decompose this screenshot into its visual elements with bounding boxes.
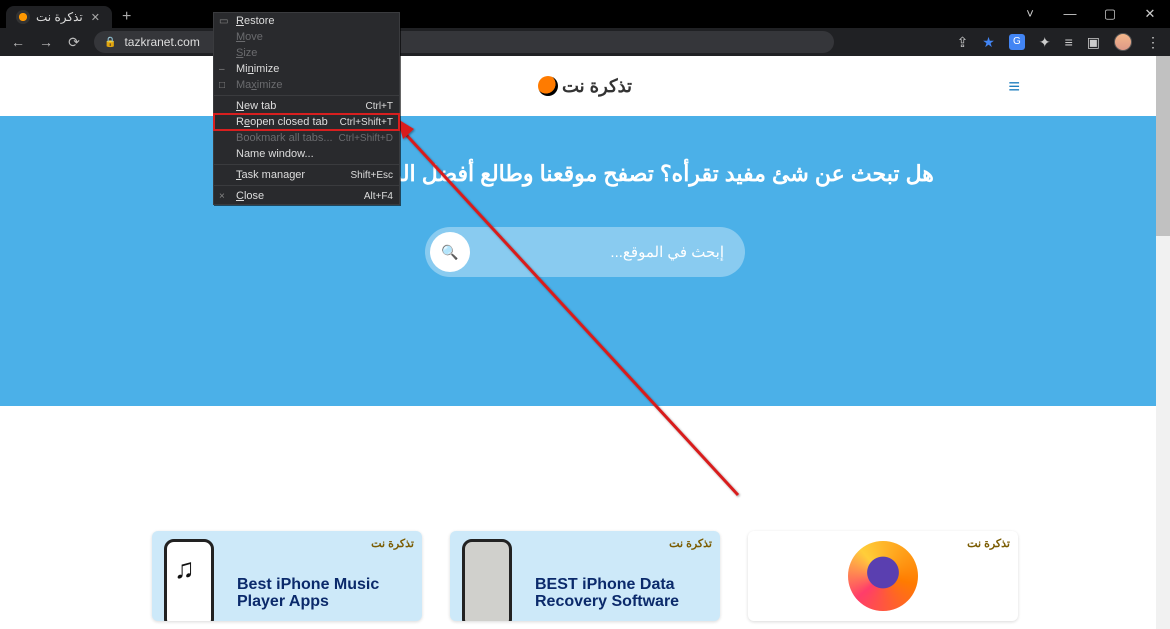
window-maximize-icon[interactable]: ▢ — [1090, 0, 1130, 28]
window-dropdown-icon[interactable]: ˅ — [1010, 0, 1050, 28]
menu-item-size: Size — [214, 45, 399, 61]
menu-item-close[interactable]: × Close Alt+F4 — [214, 188, 399, 204]
menu-shortcut: Ctrl+Shift+T — [340, 117, 393, 128]
menu-item-move: Move — [214, 29, 399, 45]
browser-tab[interactable]: ✕ تذكرة نت — [6, 6, 112, 28]
menu-shortcut: Ctrl+T — [366, 101, 394, 112]
menu-item-label: Move — [236, 31, 263, 43]
search-placeholder: إبحث في الموقع... — [470, 243, 740, 261]
menu-shortcut: Ctrl+Shift+D — [339, 133, 393, 144]
menu-item-label: New tab — [236, 100, 276, 112]
menu-separator — [214, 185, 399, 186]
article-card[interactable]: تذكرة نت — [748, 531, 1018, 621]
menu-item-task-manager[interactable]: Task manager Shift+Esc — [214, 167, 399, 183]
menu-item-new-tab[interactable]: New tab Ctrl+T — [214, 98, 399, 114]
translate-icon[interactable]: G — [1009, 34, 1025, 50]
card-title: Best iPhone Music Player Apps — [237, 576, 412, 611]
menu-item-label: Task manager — [236, 169, 305, 181]
menu-glyph-icon: × — [219, 191, 225, 202]
browser-toolbar: ← → ⟳ 🔒 tazkranet.com ⇪ ★ G ✦ ≡ ▣ ⋮ — [0, 28, 1170, 56]
address-bar[interactable]: 🔒 tazkranet.com — [94, 31, 834, 53]
menu-item-label: Reopen closed tab — [236, 116, 328, 128]
search-button[interactable]: 🔍 — [430, 232, 470, 272]
menu-item-label: Restore — [236, 15, 275, 27]
menu-item-label: Minimize — [236, 63, 279, 75]
profile-avatar[interactable] — [1114, 33, 1132, 51]
lock-icon: 🔒 — [104, 37, 116, 48]
bookmark-star-icon[interactable]: ★ — [982, 34, 995, 51]
menu-item-label: Name window... — [236, 148, 314, 160]
logo-mark-icon — [538, 76, 558, 96]
vertical-scrollbar[interactable] — [1156, 56, 1170, 629]
card-badge: تذكرة نت — [371, 537, 414, 550]
tab-favicon-icon — [16, 10, 30, 24]
extensions-icon[interactable]: ✦ — [1039, 34, 1051, 51]
menu-item-label: Bookmark all tabs... — [236, 132, 333, 144]
scrollbar-thumb[interactable] — [1156, 56, 1170, 236]
search-icon: 🔍 — [441, 244, 458, 261]
back-icon[interactable]: ← — [10, 34, 26, 50]
menu-item-label: Close — [236, 190, 264, 202]
firefox-icon — [848, 541, 918, 611]
menu-glyph-icon: – — [219, 64, 225, 75]
kebab-menu-icon[interactable]: ⋮ — [1146, 34, 1160, 51]
page-content: تذكرة نت ≡ هل تبحث عن شئ مفيد تقرأه؟ تصف… — [0, 56, 1170, 629]
hero-headline: هل تبحث عن شئ مفيد تقرأه؟ تصفح موقعنا وط… — [0, 161, 1170, 187]
menu-glyph-icon: ▭ — [219, 16, 228, 27]
menu-separator — [214, 95, 399, 96]
menu-item-label: Maximize — [236, 79, 282, 91]
card-badge: تذكرة نت — [669, 537, 712, 550]
site-header: تذكرة نت ≡ — [0, 56, 1170, 116]
article-card[interactable]: تذكرة نت BEST iPhone Data Recovery Softw… — [450, 531, 720, 621]
menu-item-maximize: □ Maximize — [214, 77, 399, 93]
titlebar: ✕ تذكرة نت + ˅ — ▢ ✕ — [0, 0, 1170, 28]
menu-item-restore[interactable]: ▭ Restore — [214, 13, 399, 29]
reading-list-icon[interactable]: ≡ — [1065, 34, 1073, 50]
cards-row: ♫ تذكرة نت Best iPhone Music Player Apps… — [0, 531, 1170, 621]
menu-item-minimize[interactable]: –Minimize — [214, 61, 399, 77]
tab-close-icon[interactable]: ✕ — [89, 11, 102, 24]
menu-item-label: Size — [236, 47, 257, 59]
menu-separator — [214, 164, 399, 165]
menu-glyph-icon: □ — [219, 80, 225, 91]
url-text: tazkranet.com — [124, 35, 199, 49]
hamburger-icon[interactable]: ≡ — [1008, 76, 1020, 99]
reload-icon[interactable]: ⟳ — [66, 34, 82, 51]
site-logo[interactable]: تذكرة نت — [538, 76, 632, 97]
window-close-icon[interactable]: ✕ — [1130, 0, 1170, 28]
phone-illustration-icon — [462, 539, 512, 621]
menu-shortcut: Shift+Esc — [350, 170, 393, 181]
logo-text: تذكرة نت — [562, 76, 632, 97]
menu-item-reopen-closed-tab[interactable]: Reopen closed tab Ctrl+Shift+T — [214, 114, 399, 130]
tab-title: تذكرة نت — [36, 10, 83, 24]
music-note-icon: ♫ — [174, 553, 195, 585]
hero-section: هل تبحث عن شئ مفيد تقرأه؟ تصفح موقعنا وط… — [0, 116, 1170, 406]
new-tab-button[interactable]: + — [112, 6, 141, 28]
menu-shortcut: Alt+F4 — [364, 191, 393, 202]
share-icon[interactable]: ⇪ — [957, 34, 969, 51]
window-minimize-icon[interactable]: — — [1050, 0, 1090, 28]
menu-item-bookmark-all-tabs: Bookmark all tabs... Ctrl+Shift+D — [214, 130, 399, 146]
menu-item-name-window[interactable]: Name window... — [214, 146, 399, 162]
window-controls: ˅ — ▢ ✕ — [1010, 0, 1170, 28]
article-card[interactable]: ♫ تذكرة نت Best iPhone Music Player Apps — [152, 531, 422, 621]
card-badge: تذكرة نت — [967, 537, 1010, 550]
window-context-menu: ▭RestoreMoveSize–Minimize□MaximizeNew ta… — [213, 12, 400, 205]
site-search[interactable]: 🔍 إبحث في الموقع... — [425, 227, 745, 277]
card-title: BEST iPhone Data Recovery Software — [535, 576, 710, 611]
side-panel-icon[interactable]: ▣ — [1087, 34, 1100, 51]
forward-icon[interactable]: → — [38, 34, 54, 50]
